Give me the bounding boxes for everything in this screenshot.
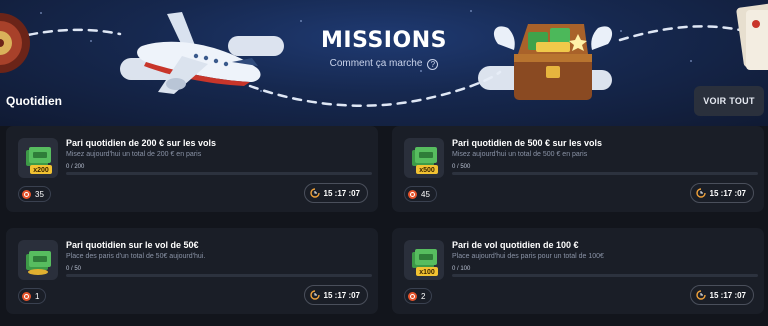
missions-banner: MISSIONS Comment ça marche? Quotidien VO… <box>0 0 768 126</box>
multiplier-badge: x100 <box>419 269 435 276</box>
cash-stack-icon: x500 <box>404 138 444 178</box>
timer-value: 15 :17 :07 <box>323 188 360 198</box>
mission-description: Misez aujourd'hui un total de 200 € en p… <box>66 151 202 158</box>
mission-description: Place des paris d'un total de 50€ aujour… <box>66 253 206 260</box>
coin-icon <box>22 189 31 199</box>
playing-cards-icon <box>736 3 768 70</box>
timer-value: 15 :17 :07 <box>709 290 746 300</box>
mission-title: Pari quotidien de 500 € sur les vols <box>452 138 603 148</box>
section-title-daily: Quotidien <box>6 94 62 108</box>
mission-progress-text: 0 / 50 <box>66 266 82 272</box>
mission-progress-bar <box>66 274 372 277</box>
coin-icon <box>22 291 31 301</box>
mission-card[interactable]: Pari quotidien sur le vol de 50€ Place d… <box>6 228 378 314</box>
timer-badge: 15 :17 :07 <box>689 183 754 203</box>
clock-icon <box>309 188 320 198</box>
cash-stack-icon <box>18 240 58 280</box>
reward-badge: 1 <box>18 288 47 304</box>
mission-progress-bar <box>66 172 372 175</box>
how-it-works-label: Comment ça marche <box>329 58 423 69</box>
mission-card[interactable]: x200 Pari quotidien de 200 € sur les vol… <box>6 126 378 212</box>
mission-progress-text: 0 / 200 <box>66 164 85 170</box>
reward-value: 45 <box>421 189 430 199</box>
missions-page: MISSIONS Comment ça marche? Quotidien VO… <box>0 0 768 326</box>
how-it-works-link[interactable]: Comment ça marche? <box>0 58 768 70</box>
multiplier-badge: x500 <box>419 167 435 174</box>
mission-progress-text: 0 / 500 <box>452 164 471 170</box>
coin-icon <box>408 189 417 199</box>
timer-badge: 15 :17 :07 <box>689 285 754 305</box>
mission-progress-bar <box>452 172 758 175</box>
reward-badge: 45 <box>404 186 437 202</box>
clock-icon <box>695 188 706 198</box>
multiplier-badge: x200 <box>33 167 49 174</box>
mission-progress-text: 0 / 100 <box>452 266 471 272</box>
mission-title: Pari quotidien sur le vol de 50€ <box>66 240 199 250</box>
cash-stack-icon: x100 <box>404 240 444 280</box>
mission-title: Pari quotidien de 200 € sur les vols <box>66 138 217 148</box>
help-icon: ? <box>427 59 439 70</box>
clock-icon <box>695 290 706 300</box>
page-title: MISSIONS <box>321 28 447 53</box>
clock-icon <box>309 290 320 300</box>
reward-value: 2 <box>421 291 426 301</box>
mission-card[interactable]: x500 Pari quotidien de 500 € sur les vol… <box>392 126 764 212</box>
reward-badge: 2 <box>404 288 433 304</box>
mission-progress-bar <box>452 274 758 277</box>
mission-card[interactable]: x100 Pari de vol quotidien de 100 € Plac… <box>392 228 764 314</box>
treasure-chest-icon <box>493 24 613 100</box>
reward-value: 35 <box>35 189 44 199</box>
timer-badge: 15 :17 :07 <box>303 183 368 203</box>
cash-stack-icon: x200 <box>18 138 58 178</box>
timer-badge: 15 :17 :07 <box>303 285 368 305</box>
timer-value: 15 :17 :07 <box>709 188 746 198</box>
reward-badge: 35 <box>18 186 51 202</box>
airplane-icon <box>137 12 261 94</box>
see-all-button[interactable]: VOIR TOUT <box>694 86 764 116</box>
mission-description: Misez aujourd'hui un total de 500 € en p… <box>452 151 588 158</box>
timer-value: 15 :17 :07 <box>323 290 360 300</box>
coin-icon <box>408 291 417 301</box>
mission-title: Pari de vol quotidien de 100 € <box>452 240 579 250</box>
reward-value: 1 <box>35 291 40 301</box>
mission-description: Place aujourd'hui des paris pour un tota… <box>452 253 604 260</box>
